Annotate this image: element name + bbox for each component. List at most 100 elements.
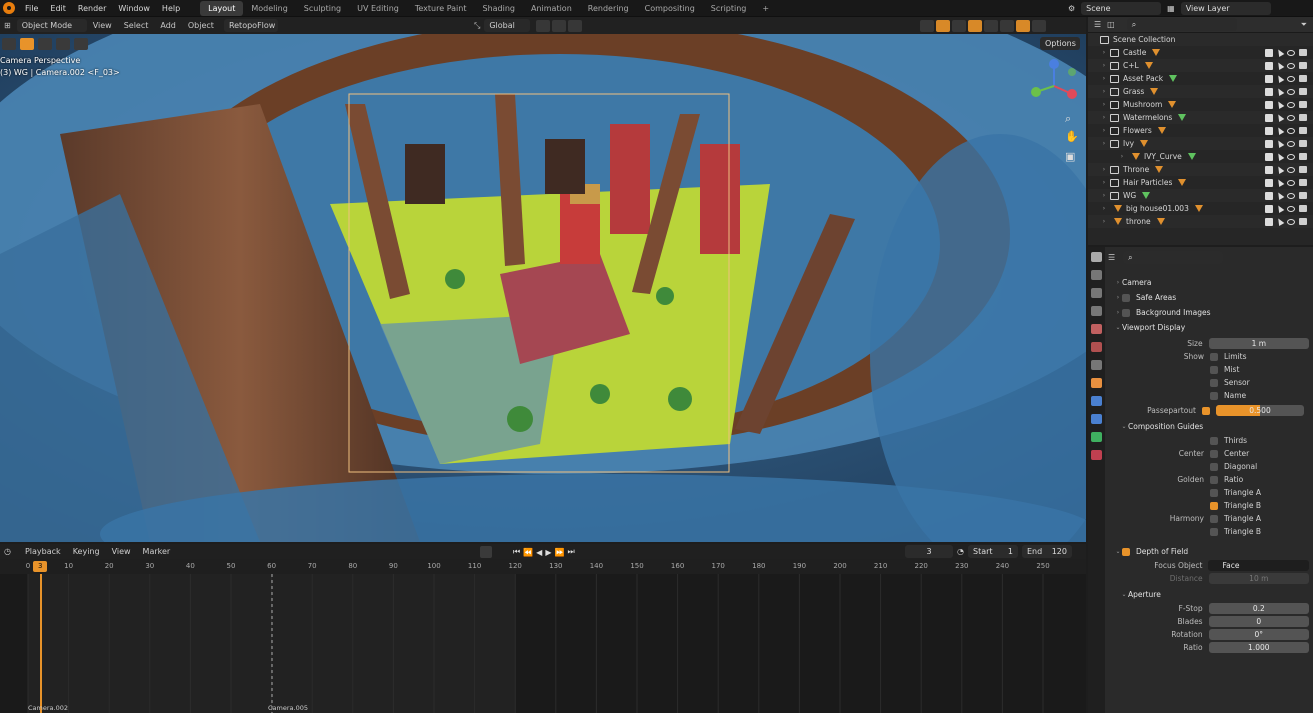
exclude-checkbox[interactable] xyxy=(1265,48,1273,57)
clock-icon[interactable]: ◔ xyxy=(957,547,964,556)
ratio-field[interactable]: 1.000 xyxy=(1208,642,1309,653)
exclude-checkbox[interactable] xyxy=(1265,191,1273,200)
render-camera-icon[interactable] xyxy=(1299,75,1307,82)
exclude-checkbox[interactable] xyxy=(1265,74,1273,83)
play-tool-icon[interactable] xyxy=(2,38,16,50)
eye-icon[interactable] xyxy=(1287,140,1295,147)
render-camera-icon[interactable] xyxy=(1299,166,1307,173)
render-camera-icon[interactable] xyxy=(1299,88,1307,95)
navigation-gizmo[interactable] xyxy=(1026,58,1082,114)
eye-icon[interactable] xyxy=(1287,218,1295,225)
render-camera-icon[interactable] xyxy=(1299,114,1307,121)
view-layer-tab-icon[interactable] xyxy=(1091,306,1102,316)
eye-icon[interactable] xyxy=(1287,114,1295,121)
exclude-checkbox[interactable] xyxy=(1265,139,1273,148)
golden-triangle-b-checkbox[interactable] xyxy=(1210,501,1218,510)
add-workspace-button[interactable]: + xyxy=(754,1,777,16)
outliner-row[interactable]: › IVY_Curve xyxy=(1088,150,1313,163)
visibility-icon[interactable] xyxy=(920,20,934,32)
gizmo-icon[interactable] xyxy=(936,20,950,32)
marker-label-camera-002[interactable]: Camera.002 xyxy=(28,704,68,712)
selectable-icon[interactable] xyxy=(1275,177,1285,188)
start-frame-field[interactable]: Start 1 xyxy=(967,545,1018,558)
distance-field[interactable]: 10 m xyxy=(1208,573,1309,584)
eye-icon[interactable] xyxy=(1287,166,1295,173)
current-frame-indicator[interactable]: 3 xyxy=(33,561,48,572)
timeline-ruler[interactable]: 0 10 20 30 40 50 60 70 80 90 100 110 120 130 140 150 160… xyxy=(0,559,1086,574)
menu-timeline-view[interactable]: View xyxy=(106,547,137,556)
expand-chevron-icon[interactable]: › xyxy=(1100,101,1108,108)
expand-chevron-icon[interactable]: › xyxy=(1100,114,1108,121)
menu-edit[interactable]: Edit xyxy=(44,4,72,13)
outliner-row[interactable]: › Mushroom xyxy=(1088,98,1313,111)
expand-chevron-icon[interactable]: › xyxy=(1100,75,1108,82)
eye-icon[interactable] xyxy=(1287,192,1295,199)
outliner-row[interactable]: › C+L xyxy=(1088,59,1313,72)
xray-icon[interactable] xyxy=(968,20,982,32)
outliner-row[interactable]: › Flowers xyxy=(1088,124,1313,137)
outliner-row[interactable]: › WG xyxy=(1088,189,1313,202)
expand-chevron-icon[interactable]: › xyxy=(1100,179,1108,186)
selectable-icon[interactable] xyxy=(1275,60,1285,71)
render-camera-icon[interactable] xyxy=(1299,153,1307,160)
selectable-icon[interactable] xyxy=(1275,47,1285,58)
selectable-icon[interactable] xyxy=(1275,203,1285,214)
render-camera-icon[interactable] xyxy=(1299,179,1307,186)
exclude-checkbox[interactable] xyxy=(1265,113,1273,122)
editor-type-icon[interactable]: ⊞ xyxy=(4,21,11,30)
jump-end-icon[interactable]: ⏭ xyxy=(567,547,574,557)
selectable-icon[interactable] xyxy=(1275,73,1285,84)
expand-chevron-icon[interactable]: › xyxy=(1100,49,1108,56)
scene-collection-row[interactable]: Scene Collection xyxy=(1088,33,1313,46)
eye-icon[interactable] xyxy=(1287,153,1295,160)
expand-chevron-icon[interactable]: › xyxy=(1100,140,1108,147)
harmony-triangle-b-checkbox[interactable] xyxy=(1210,527,1218,536)
exclude-checkbox[interactable] xyxy=(1265,204,1273,213)
eye-icon[interactable] xyxy=(1287,49,1295,56)
render-camera-icon[interactable] xyxy=(1299,205,1307,212)
section-composition-guides[interactable]: ⌄ Composition Guides xyxy=(1114,419,1309,434)
safe-areas-checkbox[interactable] xyxy=(1122,293,1130,302)
focus-object-field[interactable]: Face xyxy=(1208,560,1309,571)
eye-icon[interactable] xyxy=(1287,205,1295,212)
play-icon[interactable]: ▶ xyxy=(545,548,551,557)
menu-keying[interactable]: Keying xyxy=(67,547,106,556)
3d-viewport[interactable]: Camera Perspective (3) WG | Camera.002 <… xyxy=(0,34,1086,542)
tab-scripting[interactable]: Scripting xyxy=(703,1,755,16)
size-field[interactable]: 1 m xyxy=(1208,338,1309,349)
outliner-row[interactable]: › Asset Pack xyxy=(1088,72,1313,85)
camera-view-icon[interactable]: ▣ xyxy=(1065,150,1075,163)
exclude-checkbox[interactable] xyxy=(1265,126,1273,135)
end-frame-field[interactable]: End 120 xyxy=(1021,545,1072,558)
blender-logo-icon[interactable] xyxy=(3,2,15,14)
render-camera-icon[interactable] xyxy=(1299,218,1307,225)
selectable-icon[interactable] xyxy=(1275,216,1285,227)
outliner-row[interactable]: › Throne xyxy=(1088,163,1313,176)
options-button[interactable]: Options xyxy=(1040,37,1080,50)
tab-rendering[interactable]: Rendering xyxy=(580,1,637,16)
outliner-row[interactable]: › Watermelons xyxy=(1088,111,1313,124)
name-checkbox[interactable] xyxy=(1210,391,1218,400)
jump-start-icon[interactable]: ⏮ xyxy=(513,547,520,557)
properties-editor-icon[interactable]: ☰ xyxy=(1108,253,1115,262)
expand-chevron-icon[interactable]: › xyxy=(1100,218,1108,225)
scene-selector[interactable]: Scene xyxy=(1081,2,1162,15)
jump-keyframe-forward-icon[interactable]: ⏩ xyxy=(554,548,564,557)
background-images-checkbox[interactable] xyxy=(1122,308,1130,317)
properties-search-input[interactable]: ⌕ xyxy=(1123,251,1224,264)
outliner-row[interactable]: › big house01.003 xyxy=(1088,202,1313,215)
outliner-row[interactable]: › Hair Particles xyxy=(1088,176,1313,189)
expand-chevron-icon[interactable]: › xyxy=(1100,205,1108,212)
fstop-field[interactable]: 0.2 xyxy=(1208,603,1309,614)
eye-icon[interactable] xyxy=(1287,179,1295,186)
object-tab-icon[interactable] xyxy=(1091,378,1102,388)
tab-texture-paint[interactable]: Texture Paint xyxy=(407,1,475,16)
eye-icon[interactable] xyxy=(1287,88,1295,95)
menu-marker[interactable]: Marker xyxy=(137,547,177,556)
outliner-editor-icon[interactable]: ☰ xyxy=(1094,20,1101,29)
pivot-icon[interactable] xyxy=(536,19,551,32)
exclude-checkbox[interactable] xyxy=(1265,178,1273,187)
selectable-icon[interactable] xyxy=(1275,112,1285,123)
outliner-row[interactable]: › Ivy xyxy=(1088,137,1313,150)
material-tab-icon[interactable] xyxy=(1091,450,1102,460)
